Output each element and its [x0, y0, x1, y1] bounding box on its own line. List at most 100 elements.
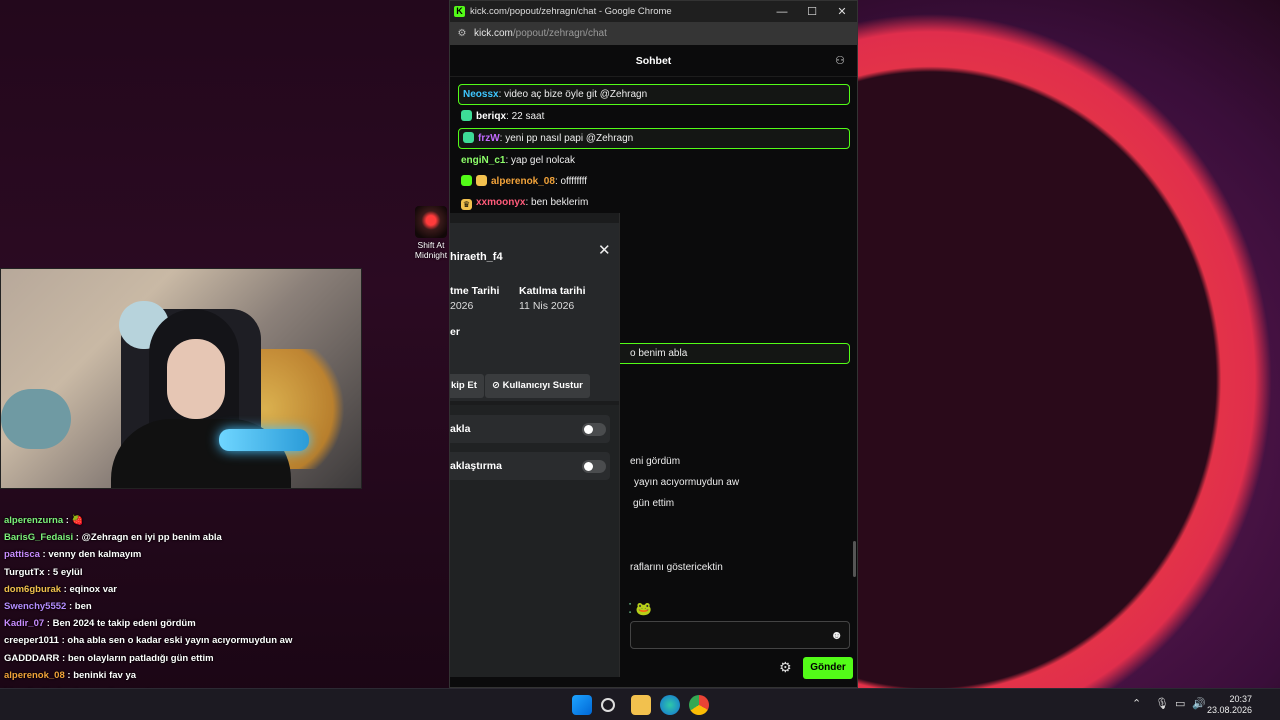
- list-item: frzW: yeni pp nasıl papi @Zehragn: [458, 128, 850, 149]
- list-item: Kadir_07 : Ben 2024 te takip edeni gördü…: [0, 615, 450, 632]
- chrome-window: K kick.com/popout/zehragn/chat - Google …: [449, 0, 858, 688]
- follow-date-label: tme Tarihi: [450, 285, 500, 297]
- moderation-section: akla aklaştırma: [450, 405, 619, 677]
- windows-start-icon[interactable]: [572, 695, 592, 715]
- crown-badge-icon: ♛: [461, 199, 472, 210]
- separator: :: [66, 600, 75, 612]
- chat-text: oha abla sen o kadar eski yayın acıyormu…: [67, 635, 293, 647]
- hide-toggle-row[interactable]: akla: [450, 415, 610, 443]
- users-icon[interactable]: ⚇: [835, 54, 845, 67]
- join-date-value: 11 Nis 2026: [519, 300, 575, 312]
- chat-text: 22 saat: [511, 111, 545, 122]
- subscriber-badge-icon: [461, 110, 472, 121]
- chat-username: alperenzurna: [4, 515, 64, 526]
- system-clock[interactable]: 20:37 23.08.2026: [1207, 694, 1252, 716]
- chat-username: GADDDARR: [4, 652, 60, 664]
- window-title: kick.com/popout/zehragn/chat - Google Ch…: [470, 6, 672, 17]
- follow-date-value: 2026: [450, 300, 474, 312]
- search-icon[interactable]: [601, 698, 615, 712]
- mute-icon: ⊘: [492, 380, 503, 391]
- url-path: /popout/zehragn/chat: [512, 28, 607, 39]
- chat-title: Sohbet: [635, 54, 672, 67]
- chat-username: alperenok_08: [4, 669, 65, 681]
- separator: :: [64, 669, 74, 681]
- minimize-icon[interactable]: —: [767, 6, 797, 18]
- list-item: alperenok_08 : beninki fav ya: [0, 667, 450, 684]
- separator: :: [59, 652, 68, 664]
- window-titlebar: K kick.com/popout/zehragn/chat - Google …: [450, 1, 857, 22]
- chat-text: Ben 2024 te takip edeni gördüm: [52, 618, 196, 630]
- chat-text: ben beklerim: [531, 197, 589, 208]
- volume-icon[interactable]: 🔊: [1192, 697, 1206, 710]
- profile-username: hiraeth_f4: [450, 251, 503, 263]
- mute-user-button[interactable]: ⊘ Kullanıcıyı Sustur: [485, 374, 590, 398]
- chat-scrollbar[interactable]: [853, 541, 856, 577]
- list-item: creeper1011 : oha abla sen o kadar eski …: [0, 632, 450, 649]
- hide-toggle[interactable]: [582, 423, 606, 436]
- chat-text: yeni pp nasıl papi @Zehragn: [505, 133, 634, 144]
- separator: :: [63, 515, 72, 526]
- subscriber-badge-icon: [463, 132, 474, 143]
- message-fragment: yayın acıyormuydun aw: [634, 477, 740, 488]
- chat-username[interactable]: frzW: [478, 133, 500, 144]
- chat-username: Swenchy5552: [4, 600, 67, 612]
- highlight-toggle[interactable]: [582, 460, 606, 473]
- highlight-toggle-row[interactable]: aklaştırma: [450, 452, 610, 480]
- maximize-icon[interactable]: ☐: [797, 5, 827, 18]
- badges-label: er: [450, 326, 460, 338]
- close-window-icon[interactable]: ✕: [827, 5, 857, 18]
- file-explorer-icon[interactable]: [631, 695, 651, 715]
- network-icon[interactable]: ▭: [1175, 697, 1185, 710]
- chat-username: Kadir_07: [4, 618, 45, 630]
- chat-text: 5 eylül: [52, 566, 83, 578]
- chat-text: video aç bize öyle git @Zehragn: [504, 89, 648, 100]
- list-item: Swenchy5552 : ben: [0, 598, 450, 615]
- list-item: TurgutTx : 5 eylül: [0, 564, 450, 581]
- chat-text: 🍓: [71, 515, 84, 526]
- separator: :: [44, 618, 53, 630]
- separator: :: [44, 566, 53, 578]
- site-info-icon[interactable]: ⚙: [450, 28, 474, 39]
- chat-username[interactable]: alperenok_08: [491, 176, 555, 187]
- follow-button[interactable]: kip Et: [450, 374, 484, 398]
- highlight-toggle-label: aklaştırma: [450, 460, 502, 472]
- settings-gear-icon[interactable]: ⚙: [779, 659, 792, 676]
- chat-username[interactable]: Neossx: [463, 89, 499, 100]
- chat-input[interactable]: ☻: [630, 621, 850, 649]
- emoji-icon[interactable]: ☻: [830, 628, 843, 642]
- close-icon[interactable]: ✕: [598, 241, 611, 259]
- list-item: beriqx: 22 saat: [458, 107, 850, 128]
- send-button[interactable]: Gönder: [803, 657, 853, 679]
- microphone-icon[interactable]: 🎙: [1155, 697, 1169, 710]
- edge-icon[interactable]: [660, 695, 680, 715]
- list-item: Neossx: video aç bize öyle git @Zehragn: [458, 84, 850, 105]
- windows-taskbar: ⌃ 🎙 ▭ 🔊 20:37 23.08.2026: [0, 688, 1280, 720]
- gift-badge-icon: [476, 175, 487, 186]
- message-fragment: eni gördüm: [630, 456, 681, 467]
- list-item: BarisG_Fedaisi : @Zehragn en iyi pp beni…: [0, 529, 450, 546]
- address-bar[interactable]: ⚙ kick.com/popout/zehragn/chat: [450, 22, 857, 45]
- chat-text: beninki fav ya: [73, 669, 137, 681]
- message-fragment: gün ettim: [633, 498, 675, 509]
- chat-text: eqinox var: [69, 583, 117, 595]
- chat-text: venny den kalmayım: [48, 549, 142, 561]
- user-profile-popup: hiraeth_f4 ✕ tme Tarihi 2026 Katılma tar…: [450, 213, 620, 677]
- list-item: pattisca : venny den kalmayım: [0, 546, 450, 563]
- join-date-label: Katılma tarihi: [519, 285, 586, 297]
- chat-text: @Zehragn en iyi pp benim abla: [81, 532, 222, 544]
- chat-username[interactable]: xxmoonyx: [476, 197, 525, 208]
- desktop-shortcut[interactable]: Shift At Midnight: [412, 206, 450, 260]
- message-fragment: o benim abla: [630, 348, 688, 359]
- chat-username[interactable]: beriqx: [476, 111, 506, 122]
- chrome-icon[interactable]: [689, 695, 709, 715]
- list-item: alperenzurna : 🍓: [0, 512, 450, 529]
- chat-username[interactable]: engiN_c1: [461, 155, 505, 166]
- chat-text: ben: [74, 600, 92, 612]
- url-host: kick.com: [474, 28, 513, 39]
- desktop-shortcut-label: Shift At Midnight: [414, 240, 448, 260]
- webcam-feed: [0, 268, 362, 489]
- chevron-up-icon[interactable]: ⌃: [1132, 697, 1141, 710]
- list-item: engiN_c1: yap gel nolcak: [458, 151, 850, 172]
- list-item: dom6gburak : eqinox var: [0, 581, 450, 598]
- chat-username: dom6gburak: [4, 583, 62, 595]
